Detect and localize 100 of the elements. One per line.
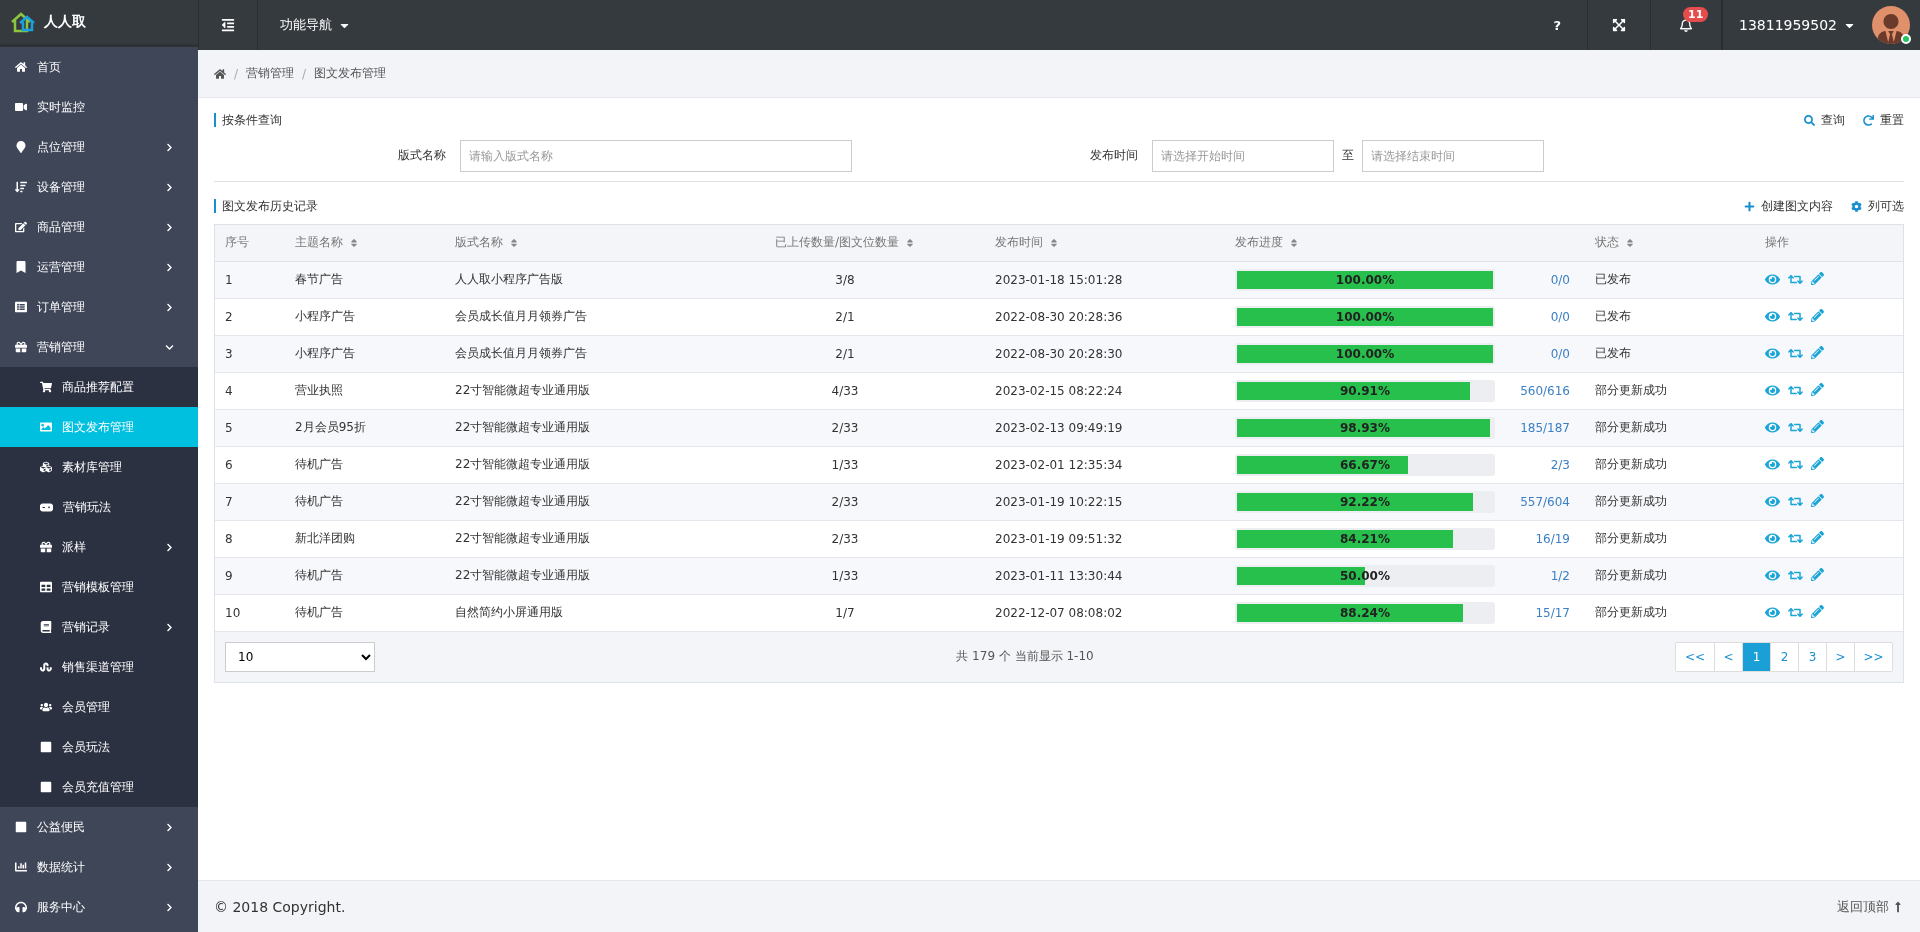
count-link[interactable]: 557/604 — [1495, 494, 1570, 509]
count-link[interactable]: 0/0 — [1495, 309, 1570, 324]
sidebar-item[interactable]: 服务中心 — [0, 887, 198, 927]
view-icon[interactable] — [1765, 568, 1780, 583]
sidebar-item[interactable]: 销售渠道管理 — [0, 647, 198, 687]
home-icon[interactable] — [214, 67, 226, 80]
edit-icon[interactable] — [1811, 605, 1824, 618]
sidebar-item[interactable]: 会员管理 — [0, 687, 198, 727]
column-header[interactable]: 主题名称 — [285, 225, 445, 261]
table-cell: 10 — [225, 605, 241, 620]
view-icon[interactable] — [1765, 309, 1780, 324]
sidebar-item[interactable]: 会员充值管理 — [0, 767, 198, 807]
copyright-text: © 2018 Copyright. — [214, 898, 347, 915]
column-header[interactable]: 发布进度 — [1225, 225, 1585, 261]
table-cell: 7 — [225, 494, 233, 509]
sidebar-item[interactable]: 订单管理 — [0, 287, 198, 327]
date-field[interactable]: 请选择结束时间 — [1362, 139, 1544, 172]
back-to-top-link[interactable]: 返回顶部 — [1837, 897, 1904, 916]
view-icon[interactable] — [1765, 346, 1780, 361]
sidebar-item[interactable]: 设备管理 — [0, 167, 198, 207]
page-button[interactable]: >> — [1854, 642, 1892, 671]
edit-icon[interactable] — [1811, 568, 1824, 581]
repeat-icon[interactable] — [1788, 383, 1803, 398]
table-cell: 部分更新成功 — [1595, 457, 1667, 471]
progress-label: 100.00% — [1334, 308, 1396, 326]
sidebar-item[interactable]: 营销管理 — [0, 327, 198, 367]
table-cell: 部分更新成功 — [1595, 531, 1667, 545]
view-icon[interactable] — [1765, 457, 1780, 472]
sidebar-item[interactable]: 首页 — [0, 47, 198, 87]
table-cell: 自然简约小屏通用版 — [455, 605, 563, 619]
breadcrumb-item[interactable]: 图文发布管理 — [314, 65, 387, 82]
sidebar-item[interactable]: 公益便民 — [0, 807, 198, 847]
breadcrumb-separator: / — [302, 66, 307, 81]
table-cell: 2/33 — [831, 494, 859, 509]
repeat-icon[interactable] — [1788, 346, 1803, 361]
view-icon[interactable] — [1765, 605, 1780, 620]
view-icon[interactable] — [1765, 272, 1780, 287]
breadcrumb-item[interactable]: 营销管理 — [246, 65, 295, 82]
sidebar-item[interactable]: 素材库管理 — [0, 447, 198, 487]
count-link[interactable]: 16/19 — [1495, 531, 1570, 546]
repeat-icon[interactable] — [1788, 494, 1803, 509]
view-icon[interactable] — [1765, 494, 1780, 509]
input-field[interactable]: 请输入版式名称 — [460, 139, 852, 172]
count-link[interactable]: 1/2 — [1495, 568, 1570, 583]
headphones-icon — [15, 901, 27, 913]
edit-icon[interactable] — [1811, 272, 1824, 285]
view-icon[interactable] — [1765, 383, 1780, 398]
table-cell: 部分更新成功 — [1595, 568, 1667, 582]
repeat-icon[interactable] — [1788, 309, 1803, 324]
repeat-icon[interactable] — [1788, 605, 1803, 620]
reset-button[interactable]: 重置 — [1863, 111, 1904, 129]
chevron-right-icon — [165, 302, 174, 312]
column-header[interactable]: 版式名称 — [445, 225, 705, 261]
view-icon[interactable] — [1765, 420, 1780, 435]
create-button[interactable]: 创建图文内容 — [1744, 197, 1833, 215]
edit-icon[interactable] — [1811, 346, 1824, 359]
column-header[interactable]: 发布时间 — [985, 225, 1225, 261]
home-icon — [15, 61, 27, 73]
sidebar-item[interactable]: 派样 — [0, 527, 198, 567]
repeat-icon[interactable] — [1788, 531, 1803, 546]
repeat-icon[interactable] — [1788, 420, 1803, 435]
column-header[interactable]: 状态 — [1585, 225, 1755, 261]
sidebar-item[interactable]: 营销记录 — [0, 607, 198, 647]
column-header[interactable]: 已上传数量/图文位数量 — [705, 225, 985, 261]
sidebar-item[interactable]: 数据统计 — [0, 847, 198, 887]
view-icon[interactable] — [1765, 531, 1780, 546]
edit-icon[interactable] — [1811, 494, 1824, 507]
repeat-icon[interactable] — [1788, 272, 1803, 287]
edit-icon[interactable] — [1811, 383, 1824, 396]
sidebar-item[interactable]: 商品管理 — [0, 207, 198, 247]
count-link[interactable]: 185/187 — [1495, 420, 1570, 435]
image-icon — [40, 421, 52, 433]
search-button[interactable]: 查询 — [1804, 111, 1845, 129]
repeat-icon[interactable] — [1788, 568, 1803, 583]
repeat-icon[interactable] — [1788, 457, 1803, 472]
gift-icon — [40, 541, 52, 553]
edit-icon[interactable] — [1811, 457, 1824, 470]
date-field[interactable]: 请选择开始时间 — [1152, 139, 1334, 172]
field-label: 版式名称 — [397, 147, 447, 164]
count-link[interactable]: 560/616 — [1495, 383, 1570, 398]
field-label: 发布时间 — [1089, 147, 1139, 164]
count-link[interactable]: 0/0 — [1495, 272, 1570, 287]
count-link[interactable]: 0/0 — [1495, 346, 1570, 361]
table-cell: 小程序广告 — [295, 346, 355, 360]
sidebar-item[interactable]: 营销模板管理 — [0, 567, 198, 607]
sidebar-item[interactable]: 实时监控 — [0, 87, 198, 127]
count-link[interactable]: 2/3 — [1495, 457, 1570, 472]
sidebar-item[interactable]: 商品推荐配置 — [0, 367, 198, 407]
sidebar-item[interactable]: 点位管理 — [0, 127, 198, 167]
column-settings-button[interactable]: 列可选 — [1851, 197, 1904, 215]
count-link[interactable]: 15/17 — [1495, 605, 1570, 620]
edit-icon[interactable] — [1811, 531, 1824, 544]
sidebar-item[interactable]: 营销玩法 — [0, 487, 198, 527]
page-size-select[interactable]: 10 — [225, 641, 375, 672]
plus-icon — [1744, 200, 1755, 212]
edit-icon[interactable] — [1811, 309, 1824, 322]
edit-icon[interactable] — [1811, 420, 1824, 433]
table-cell: 4/33 — [831, 383, 859, 398]
sidebar-item[interactable]: 运营管理 — [0, 247, 198, 287]
sidebar-item[interactable]: 会员玩法 — [0, 727, 198, 767]
